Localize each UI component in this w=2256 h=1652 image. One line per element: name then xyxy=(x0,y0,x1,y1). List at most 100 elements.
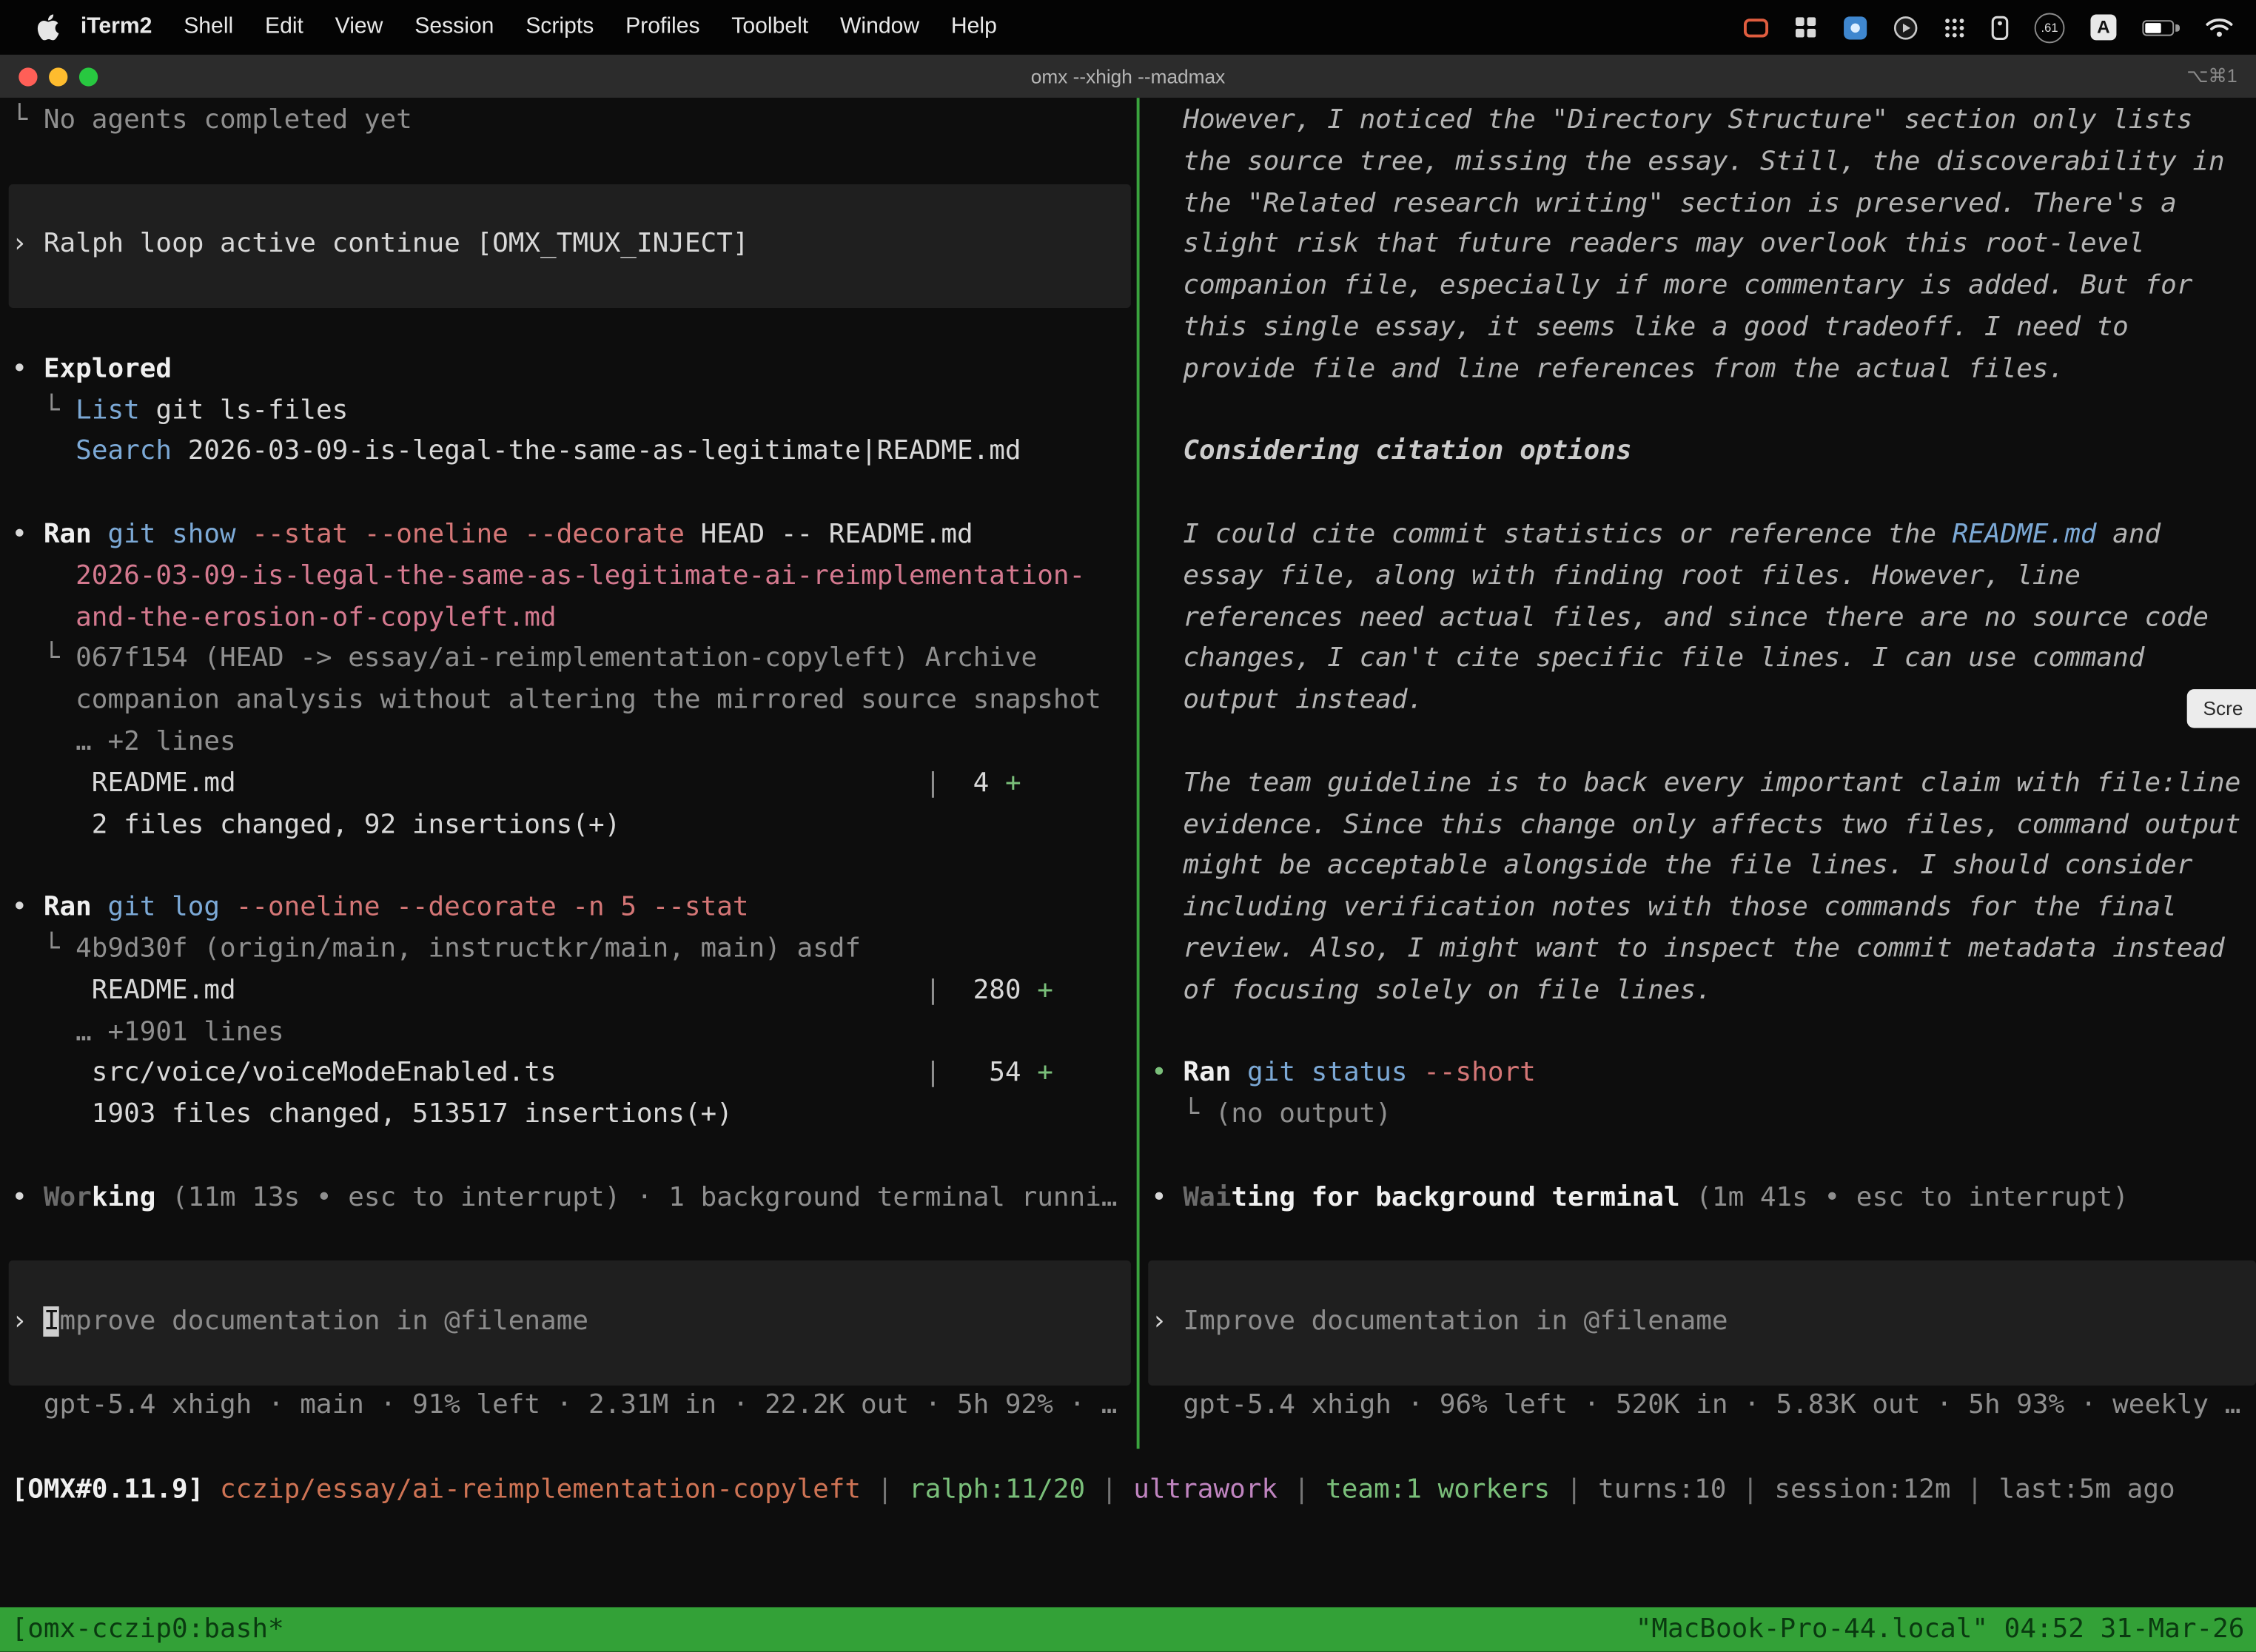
text-segment: List xyxy=(75,395,140,426)
text-segment: › xyxy=(1151,1306,1183,1337)
text-segment xyxy=(92,520,108,550)
dots-grid-icon[interactable] xyxy=(1944,16,1965,38)
screen-share-tooltip[interactable]: Scre xyxy=(2187,689,2256,728)
menu-window[interactable]: Window xyxy=(825,14,936,40)
omx-status-segment: cczip/essay/ai-reimplementation-copyleft xyxy=(220,1474,861,1505)
text-segment: Explored xyxy=(44,354,172,384)
minimize-button[interactable] xyxy=(49,67,67,85)
text-segment: └ xyxy=(12,395,76,426)
cpu-meter-icon[interactable]: .61 xyxy=(2035,13,2065,43)
screen-recording-icon[interactable] xyxy=(1744,18,1768,36)
text-segment: HEAD -- README.md xyxy=(685,520,973,550)
omx-status-segment: session:12m xyxy=(1774,1474,1950,1505)
text-segment: --oneline --decorate -n 5 --stat xyxy=(236,893,749,923)
omx-status-segment: ultrawork xyxy=(1133,1474,1278,1505)
text-segment: … +1901 lines xyxy=(12,1017,284,1047)
text-segment: 54 xyxy=(941,1058,1037,1089)
menu-edit[interactable]: Edit xyxy=(249,14,320,40)
menu-profiles[interactable]: Profiles xyxy=(610,14,716,40)
terminal-line: • Ran git show --stat --oneline --decora… xyxy=(12,515,973,557)
text-segment: gpt-5.4 xhigh · main · 91% left · 2.31M … xyxy=(12,1389,1118,1420)
text-segment: and-the-erosion-of-copyleft.md xyxy=(12,602,557,633)
menu-scripts[interactable]: Scripts xyxy=(510,14,610,40)
text-segment: git status xyxy=(1247,1058,1408,1089)
text-segment: companion analysis without altering the … xyxy=(12,685,1101,716)
omx-status-segment: | xyxy=(861,1474,909,1505)
text-segment: companion file, especially if more comme… xyxy=(1151,271,2192,301)
text-segment: Ran xyxy=(44,893,92,923)
text-segment: king xyxy=(92,1182,156,1212)
text-segment: changes, I can't cite specific file line… xyxy=(1151,644,2144,674)
text-segment xyxy=(236,520,252,550)
text-segment: 1903 files changed, 513517 insertions(+) xyxy=(12,1099,733,1129)
terminal-line: essay file, along with finding root file… xyxy=(1151,557,2081,598)
terminal-line: references need actual files, and since … xyxy=(1151,598,2209,639)
text-segment: + xyxy=(1005,768,1021,799)
text-segment: Search xyxy=(75,437,172,467)
text-segment: might be acceptable alongside the file l… xyxy=(1151,851,2192,882)
terminal-line: slight risk that future readers may over… xyxy=(1151,225,2144,266)
window-shortcut-badge: ⌥⌘1 xyxy=(2186,64,2237,87)
menu-view[interactable]: View xyxy=(319,14,399,40)
menu-session[interactable]: Session xyxy=(399,14,510,40)
text-segment: src/voice/voiceModeEnabled.ts xyxy=(12,1058,557,1089)
omx-status-segment: | xyxy=(1550,1474,1598,1505)
text-segment: Wai xyxy=(1183,1182,1231,1212)
menu-help[interactable]: Help xyxy=(936,14,1013,40)
terminal-line: README.md | 280 + xyxy=(12,971,1053,1013)
omx-status-segment: [OMX#0.11.9] xyxy=(12,1474,204,1505)
text-segment: › xyxy=(12,229,44,260)
blue-app-icon[interactable] xyxy=(1843,15,1867,39)
terminal-line: … +2 lines xyxy=(12,722,236,764)
text-segment: | xyxy=(557,1058,941,1089)
dark-app-icon[interactable] xyxy=(1893,15,1918,39)
tmux-session-label: [omx-cczip0:bash* xyxy=(12,1614,284,1645)
text-segment: README.md xyxy=(12,976,236,1006)
terminal-line: › Improve documentation in @filename xyxy=(12,1303,588,1344)
apple-menu-icon[interactable] xyxy=(38,14,59,40)
text-segment: git ls-files xyxy=(140,395,348,426)
text-segment xyxy=(12,437,76,467)
keycap-icon[interactable] xyxy=(1991,15,2008,39)
text-segment: --short xyxy=(1423,1058,1536,1089)
text-segment: README.md xyxy=(12,768,236,799)
right-terminal-pane[interactable]: However, I noticed the "Directory Struct… xyxy=(1140,101,2256,1451)
terminal-line: › Improve documentation in @filename xyxy=(1151,1303,1728,1344)
menu-toolbelt[interactable]: Toolbelt xyxy=(716,14,825,40)
text-segment: and xyxy=(2097,520,2161,550)
window-title-bar[interactable]: omx --xhigh --madmax ⌥⌘1 xyxy=(0,55,2256,98)
terminal-line: └ 4b9d30f (origin/main, instructkr/main,… xyxy=(12,930,861,971)
text-segment: Improve documentation in @filename xyxy=(1183,1306,1728,1337)
text-segment: Considering citation options xyxy=(1151,437,1632,467)
omx-status-segment: | xyxy=(1278,1474,1326,1505)
terminal-line: src/voice/voiceModeEnabled.ts | 54 + xyxy=(12,1054,1053,1095)
grid-icon[interactable] xyxy=(1794,16,1817,38)
terminal-line: review. Also, I might want to inspect th… xyxy=(1151,930,2225,971)
text-segment: git log xyxy=(107,893,220,923)
left-terminal-pane[interactable]: └ No agents completed yet› Ralph loop ac… xyxy=(0,101,1137,1451)
text-segment: of focusing solely on file lines. xyxy=(1151,976,1712,1006)
terminal-line: • Working (11m 13s • esc to interrupt) ·… xyxy=(12,1178,1118,1220)
menu-iterm2[interactable]: iTerm2 xyxy=(64,14,167,40)
close-button[interactable] xyxy=(19,67,37,85)
battery-icon[interactable] xyxy=(2142,19,2180,35)
text-segment: └ No agents completed yet xyxy=(12,105,412,135)
terminal-line: this single essay, it seems like a good … xyxy=(1151,308,2129,349)
terminal-area: └ No agents completed yet› Ralph loop ac… xyxy=(0,98,2256,1607)
text-segment: └ 067f154 (HEAD -> essay/ai-reimplementa… xyxy=(12,644,1038,674)
text-segment: 4 xyxy=(941,768,1005,799)
input-source-icon[interactable]: A xyxy=(2090,14,2116,40)
terminal-line: └ (no output) xyxy=(1151,1095,1391,1137)
wifi-icon[interactable] xyxy=(2206,17,2233,37)
terminal-line: might be acceptable alongside the file l… xyxy=(1151,847,2192,888)
terminal-line: Search 2026-03-09-is-legal-the-same-as-l… xyxy=(12,432,1021,474)
zoom-button[interactable] xyxy=(79,67,98,85)
text-segment: gpt-5.4 xhigh · 96% left · 520K in · 5.8… xyxy=(1151,1389,2240,1420)
text-segment: including verification notes with those … xyxy=(1151,893,2177,923)
text-segment: • xyxy=(12,893,44,923)
menu-shell[interactable]: Shell xyxy=(168,14,249,40)
text-segment: • xyxy=(1151,1182,1183,1212)
terminal-line: 2026-03-09-is-legal-the-same-as-legitima… xyxy=(12,557,1086,598)
text-segment xyxy=(1408,1058,1424,1089)
terminal-line: • Waiting for background terminal (1m 41… xyxy=(1151,1178,2129,1220)
